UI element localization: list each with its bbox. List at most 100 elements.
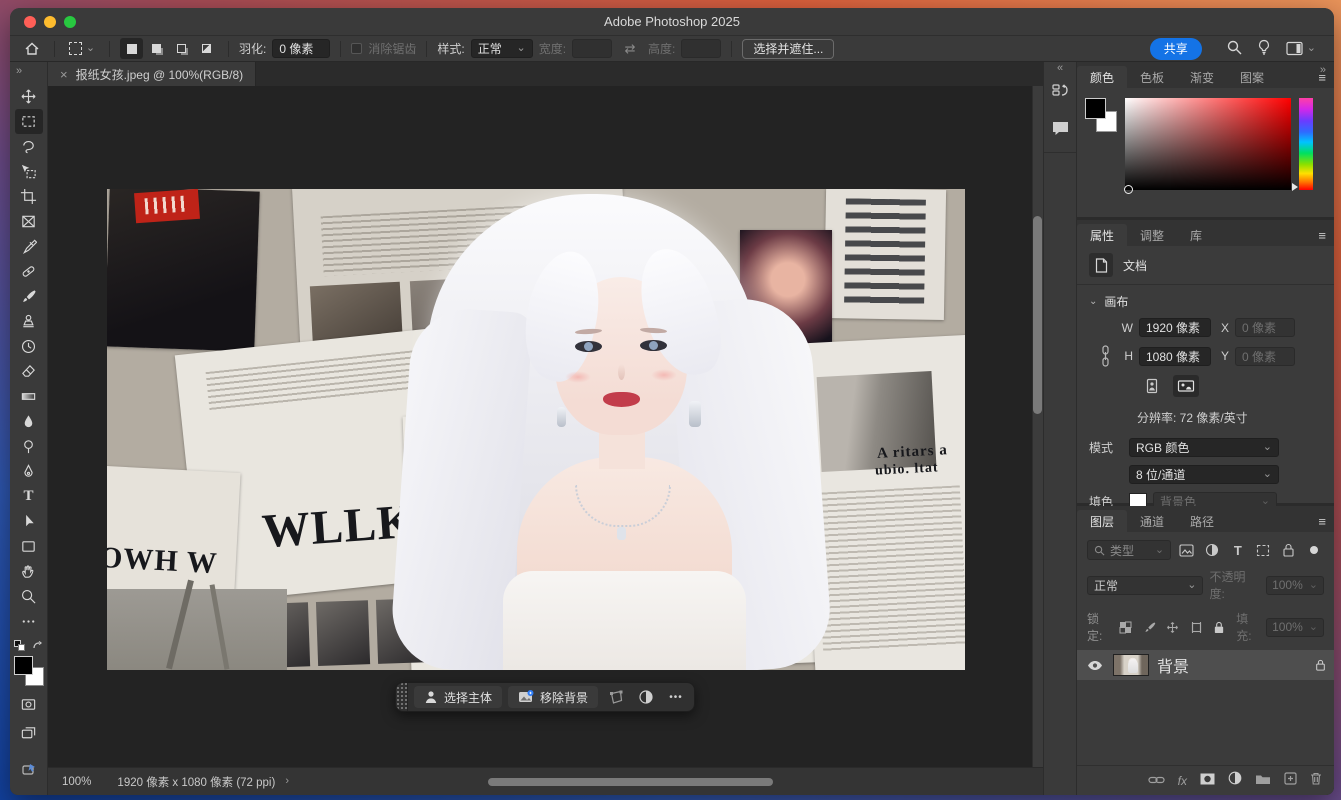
tab-properties[interactable]: 属性 [1077,224,1127,246]
tab-patterns[interactable]: 图案 [1227,66,1277,88]
horizontal-scrollbar-thumb[interactable] [488,778,773,786]
anti-alias-checkbox[interactable] [351,43,362,54]
lightbulb-icon[interactable] [1256,39,1272,58]
default-colors-icon[interactable] [14,640,25,651]
chevron-right-icon[interactable]: › [285,776,289,787]
add-selection-mode[interactable] [145,38,168,59]
marquee-tool-preset[interactable]: ⌄ [65,38,99,60]
landscape-orientation-button[interactable] [1173,375,1199,397]
new-selection-mode[interactable] [120,38,143,59]
version-history-icon[interactable] [1051,82,1070,106]
canvas-section-header[interactable]: ⌄ 画布 [1077,285,1334,314]
hue-slider[interactable] [1299,98,1313,190]
path-selection-tool[interactable] [15,509,43,534]
foreground-color-swatch[interactable] [14,656,33,675]
collaborate-icon[interactable] [15,756,43,781]
close-tab-icon[interactable]: × [60,67,68,82]
new-adjustment-layer-icon[interactable] [1228,771,1242,790]
object-selection-tool[interactable] [15,159,43,184]
hand-tool[interactable] [15,559,43,584]
layer-row-background[interactable]: 背景 [1077,650,1334,680]
saturation-brightness-box[interactable] [1125,98,1291,190]
filter-image-icon[interactable] [1177,540,1196,560]
workspace-icon[interactable]: ⌄ [1286,41,1316,56]
foreground-background-swatches[interactable] [14,656,44,686]
rectangle-tool[interactable] [15,534,43,559]
adjustment-icon[interactable] [634,689,658,705]
clone-stamp-tool[interactable] [15,309,43,334]
tab-paths[interactable]: 路径 [1177,510,1227,532]
rectangular-marquee-tool[interactable] [15,109,43,134]
filter-type-icon[interactable]: T [1228,540,1247,560]
layer-visibility-toggle[interactable] [1085,660,1105,671]
eyedropper-tool[interactable] [15,234,43,259]
panel-menu-icon[interactable]: ≡ [1318,514,1326,529]
transform-icon[interactable] [604,689,628,705]
link-dimensions-icon[interactable] [1095,345,1115,367]
layer-thumbnail[interactable] [1113,654,1149,676]
quick-mask-icon[interactable] [15,692,43,717]
blend-mode-dropdown[interactable]: 正常⌄ [1087,576,1203,595]
lock-pixels-icon[interactable] [1140,617,1157,637]
layer-filter-dropdown[interactable]: 类型 ⌄ [1087,540,1171,560]
intersect-selection-mode[interactable] [195,38,218,59]
remove-background-button[interactable]: 移除背景 [508,686,598,708]
feather-input[interactable]: 0 像素 [272,39,330,58]
lock-transparency-icon[interactable] [1117,617,1134,637]
add-mask-icon[interactable] [1200,772,1215,790]
panel-menu-icon[interactable]: ≡ [1318,228,1326,243]
style-dropdown[interactable]: 正常⌄ [471,39,533,58]
document-tab[interactable]: × 报纸女孩.jpeg @ 100%(RGB/8) [48,62,256,86]
canvas-height-input[interactable]: 1080 像素 [1139,347,1211,366]
new-layer-icon[interactable] [1284,772,1297,790]
toolbar-expand-icon[interactable]: » [10,62,47,84]
search-icon[interactable] [1226,39,1242,58]
new-group-icon[interactable] [1255,772,1271,790]
tab-channels[interactable]: 通道 [1127,510,1177,532]
canvas-area[interactable]: WLLK ABL BFAE OWH W A ritars a [48,86,1043,767]
canvas-width-input[interactable]: 1920 像素 [1139,318,1211,337]
lock-artboard-icon[interactable] [1187,617,1204,637]
color-cursor[interactable] [1124,185,1133,194]
filter-smart-object-icon[interactable] [1279,540,1298,560]
select-subject-button[interactable]: 选择主体 [414,686,502,708]
delete-layer-icon[interactable] [1310,772,1322,790]
comment-icon[interactable] [1051,120,1070,142]
home-icon[interactable] [20,38,44,60]
edit-toolbar-icon[interactable] [15,609,43,634]
bit-depth-dropdown[interactable]: 8 位/通道⌄ [1129,465,1279,484]
hue-slider-marker[interactable] [1292,183,1298,191]
screen-mode-icon[interactable] [15,721,43,746]
eraser-tool[interactable] [15,359,43,384]
panels-collapse-icon[interactable]: » [1320,64,1326,76]
crop-tool[interactable] [15,184,43,209]
select-and-mask-button[interactable]: 选择并遮住... [742,39,834,59]
type-tool[interactable]: T [15,484,43,509]
taskbar-drag-handle[interactable] [396,683,408,711]
filter-shape-icon[interactable] [1254,540,1273,560]
more-options-icon[interactable]: ••• [664,692,688,703]
dodge-tool[interactable] [15,434,43,459]
portrait-orientation-button[interactable] [1139,375,1165,397]
foreground-color-swatch[interactable] [1085,98,1106,119]
lock-all-icon[interactable] [1211,617,1228,637]
document-image[interactable]: WLLK ABL BFAE OWH W A ritars a [107,189,965,670]
frame-tool[interactable] [15,209,43,234]
tab-layers[interactable]: 图层 [1077,510,1127,532]
pen-tool[interactable] [15,459,43,484]
layer-lock-icon[interactable] [1315,659,1326,671]
filter-adjustment-icon[interactable] [1203,540,1222,560]
color-mode-dropdown[interactable]: RGB 颜色⌄ [1129,438,1279,457]
tab-gradients[interactable]: 渐变 [1177,66,1227,88]
tab-color[interactable]: 颜色 [1077,66,1127,88]
link-layers-icon[interactable] [1148,772,1165,790]
vertical-scrollbar[interactable] [1032,86,1043,767]
subtract-selection-mode[interactable] [170,38,193,59]
strip-collapse-icon[interactable]: « [1057,62,1063,76]
blur-tool[interactable] [15,409,43,434]
healing-brush-tool[interactable] [15,259,43,284]
tab-adjustments[interactable]: 调整 [1127,224,1177,246]
color-swatches[interactable] [1085,98,1117,132]
move-tool[interactable] [15,84,43,109]
tab-libraries[interactable]: 库 [1177,224,1215,246]
